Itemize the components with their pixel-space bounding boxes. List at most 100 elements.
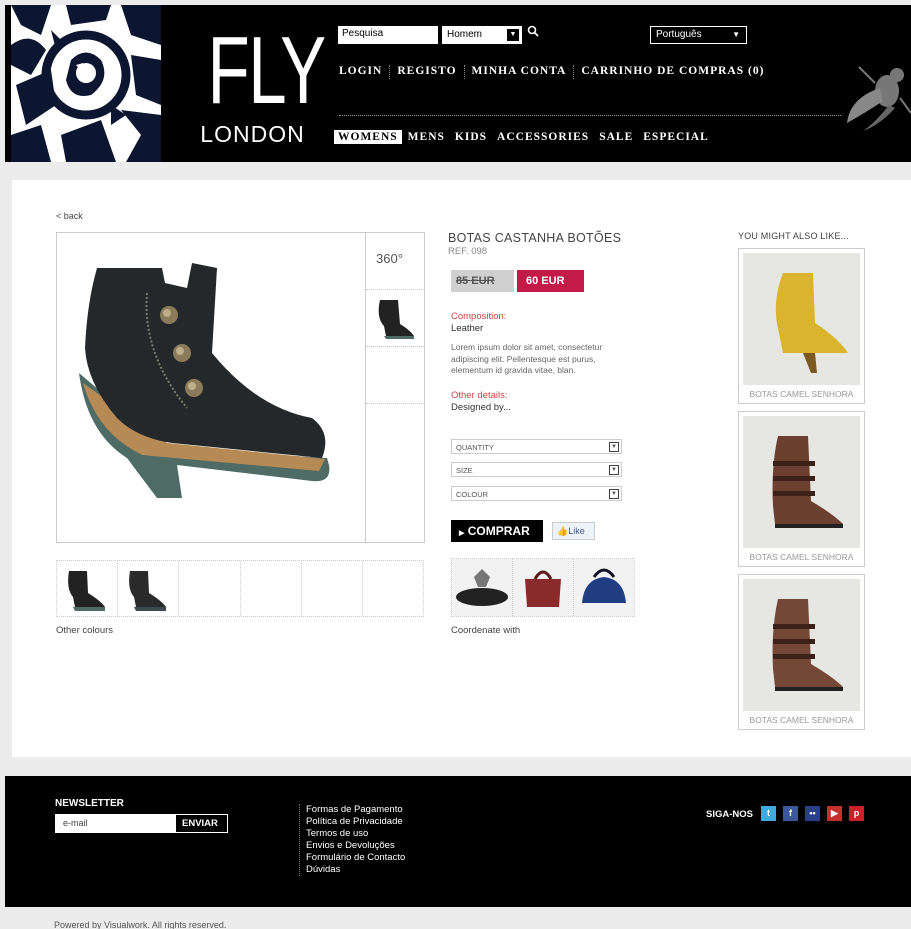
coordinate-item[interactable] <box>452 559 513 616</box>
footer-link-payment[interactable]: Formas de Pagamento <box>306 804 405 816</box>
language-select-value: Português <box>656 29 702 40</box>
product-description: Lorem ipsum dolor sit amet, consectetur … <box>451 342 603 375</box>
product-ref: REF. 098 <box>448 246 488 257</box>
other-details-label: Other details: <box>451 390 508 401</box>
social-icons: t f •• ▶ p <box>761 806 871 821</box>
fly-icon <box>845 53 911 133</box>
thumbnail-item[interactable] <box>366 290 424 347</box>
my-account-link[interactable]: MINHA CONTA <box>472 65 567 79</box>
nav-item-womens[interactable]: WOMENS <box>334 130 402 144</box>
divider <box>339 115 841 116</box>
quantity-select-label: QUANTITY <box>456 443 494 452</box>
chevron-down-icon: ▼ <box>609 465 619 475</box>
flickr-icon[interactable]: •• <box>805 806 820 821</box>
follow-us-label: SIGA-NOS <box>706 809 753 820</box>
main-nav: WOMENS MENS KIDS ACCESSORIES SALE ESPECI… <box>334 130 715 144</box>
nav-item-accessories[interactable]: ACCESSORIES <box>493 130 593 144</box>
chevron-down-icon: ▼ <box>732 30 740 39</box>
recommendation-card[interactable]: BOTAS CAMEL SENHORA <box>738 411 865 567</box>
brand-fly-text: FLY <box>207 17 327 124</box>
brand-logo[interactable]: FLY LONDON <box>190 17 327 150</box>
colour-select[interactable]: COLOUR ▼ <box>451 486 622 501</box>
powered-by: Powered by Visualwork. All rights reserv… <box>54 920 227 929</box>
nav-item-mens[interactable]: MENS <box>404 130 449 144</box>
youtube-icon[interactable]: ▶ <box>827 806 842 821</box>
product-content: < back 360° Other colours BOTAS CASTANHA… <box>12 180 911 757</box>
colour-option[interactable] <box>363 561 423 616</box>
register-link[interactable]: REGISTO <box>397 65 456 79</box>
footer-link-faq[interactable]: Dúvidas <box>306 864 405 876</box>
composition-label: Composition: <box>451 311 507 322</box>
sale-price: 60 EUR <box>517 270 584 292</box>
chevron-down-icon: ▼ <box>609 442 619 452</box>
nav-item-sale[interactable]: SALE <box>595 130 637 144</box>
gender-select[interactable]: Homem ▼ <box>442 26 522 44</box>
nav-item-kids[interactable]: KIDS <box>451 130 491 144</box>
newsletter-email-input[interactable]: e-mail <box>55 814 175 833</box>
brand-london-text: LONDON <box>200 121 305 147</box>
footer-link-privacy[interactable]: Política de Privacidade <box>306 816 405 828</box>
coordinate-item[interactable] <box>574 559 634 616</box>
site-header: FLY LONDON Pesquisa Homem ▼ Português ▼ … <box>5 5 911 162</box>
divider <box>463 65 465 79</box>
colour-option[interactable] <box>241 561 302 616</box>
recommendation-card[interactable]: BOTAS CAMEL SENHORA <box>738 248 865 404</box>
colour-option[interactable] <box>302 561 363 616</box>
buy-button[interactable]: ▶ COMPRAR <box>451 520 543 542</box>
buy-button-label: COMPRAR <box>467 524 530 538</box>
view-360-button[interactable]: 360° <box>366 233 424 290</box>
rotate-360-icon: 360° <box>376 251 403 266</box>
coordinate-item[interactable] <box>513 559 574 616</box>
other-colours-strip <box>56 560 424 617</box>
size-select-label: SIZE <box>456 466 473 475</box>
thumbnail-item[interactable] <box>366 404 424 544</box>
other-details-value: Designed by... <box>451 402 512 413</box>
login-link[interactable]: LOGIN <box>339 65 382 79</box>
newsletter-send-button[interactable]: ENVIAR <box>175 814 228 833</box>
thumbs-up-icon: 👍 <box>557 526 569 536</box>
chevron-down-icon: ▼ <box>507 29 519 41</box>
colour-option[interactable] <box>179 561 241 616</box>
facebook-icon[interactable]: f <box>783 806 798 821</box>
colour-option[interactable] <box>57 561 119 616</box>
play-arrow-icon: ▶ <box>459 530 465 537</box>
search-icon[interactable] <box>527 25 540 41</box>
colour-select-label: COLOUR <box>456 490 489 499</box>
other-colours-label: Other colours <box>56 625 114 636</box>
colour-option[interactable] <box>118 561 180 616</box>
chevron-down-icon: ▼ <box>609 489 619 499</box>
nav-item-especial[interactable]: ESPECIAL <box>639 130 713 144</box>
like-label: Like <box>568 526 585 536</box>
quantity-select[interactable]: QUANTITY ▼ <box>451 439 622 454</box>
divider <box>389 65 391 79</box>
footer-link-shipping[interactable]: Envios e Devoluções <box>306 840 405 852</box>
twitter-icon[interactable]: t <box>761 806 776 821</box>
footer-link-terms[interactable]: Termos de uso <box>306 828 405 840</box>
recommendation-name: BOTAS CAMEL SENHORA <box>749 715 854 725</box>
product-title: BOTAS CASTANHA BOTÕES <box>448 231 622 245</box>
coordinate-strip <box>451 558 635 617</box>
account-links: LOGIN REGISTO MINHA CONTA CARRINHO DE CO… <box>339 65 764 79</box>
search-input[interactable]: Pesquisa <box>338 26 438 44</box>
coordinate-label: Coordenate with <box>451 625 521 636</box>
divider <box>573 65 575 79</box>
recommendation-name: BOTAS CAMEL SENHORA <box>749 389 854 399</box>
footer-link-contact[interactable]: Formulário de Contacto <box>306 852 405 864</box>
gender-select-value: Homem <box>447 29 483 40</box>
language-select[interactable]: Português ▼ <box>650 26 747 44</box>
size-select[interactable]: SIZE ▼ <box>451 462 622 477</box>
cart-link[interactable]: CARRINHO DE COMPRAS (0) <box>581 65 764 79</box>
facebook-like-button[interactable]: 👍Like <box>552 522 595 540</box>
newsletter-title: NEWSLETTER <box>55 798 124 809</box>
view-thumbnails: 360° <box>365 232 425 543</box>
recommendation-name: BOTAS CAMEL SENHORA <box>749 552 854 562</box>
footer-links: Formas de Pagamento Política de Privacid… <box>299 804 405 876</box>
main-product-image[interactable] <box>56 232 365 543</box>
thumbnail-item[interactable] <box>366 347 424 404</box>
recommendation-image <box>743 416 860 548</box>
recommendation-card[interactable]: BOTAS CAMEL SENHORA <box>738 574 865 730</box>
logo-artwork[interactable] <box>11 5 161 162</box>
pinterest-icon[interactable]: p <box>849 806 864 821</box>
back-link[interactable]: < back <box>56 211 83 221</box>
recommendation-image <box>743 253 860 385</box>
